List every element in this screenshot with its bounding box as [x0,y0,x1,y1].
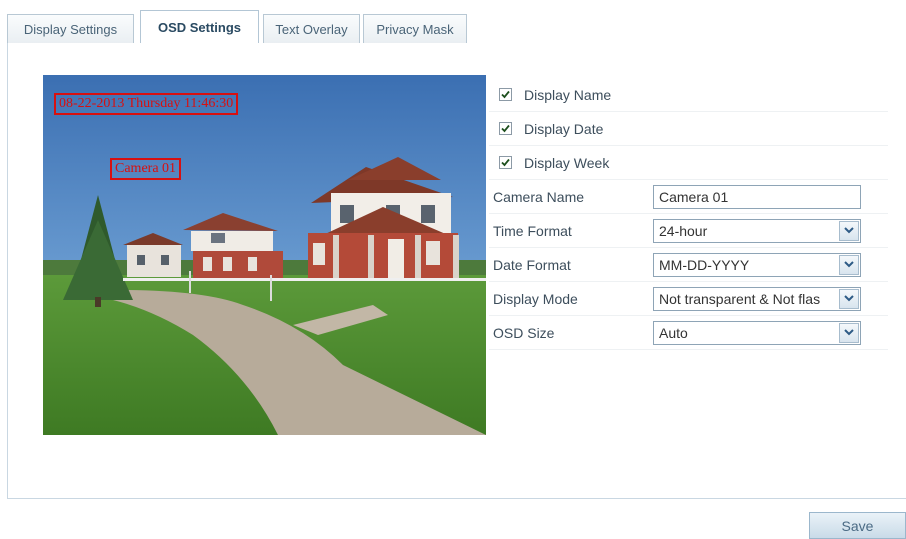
display-date-row: Display Date [489,112,888,146]
chevron-down-icon[interactable] [839,220,859,241]
time-format-row: Time Format 24-hour [489,214,888,248]
tab-privacy-mask[interactable]: Privacy Mask [363,14,467,44]
tab-text-overlay[interactable]: Text Overlay [263,14,360,44]
date-format-label: Date Format [493,256,571,273]
save-button[interactable]: Save [809,512,906,539]
camera-name-label: Camera Name [493,188,585,205]
display-mode-row: Display Mode Not transparent & Not flas [489,282,888,316]
osd-size-value: Auto [659,324,688,341]
date-format-select[interactable]: MM-DD-YYYY [653,252,861,277]
time-format-select[interactable]: 24-hour [653,218,861,243]
video-preview: 08-22-2013 Thursday 11:46:30 Camera 01 [43,75,486,435]
display-name-row: Display Name [489,78,888,112]
display-week-label: Display Week [524,154,610,171]
house-scene-image [43,75,486,435]
osd-size-label: OSD Size [493,324,555,341]
osd-form: Display Name Display Date Display Week C… [489,78,888,350]
checkmark-icon [501,158,510,167]
osd-datetime-overlay[interactable]: 08-22-2013 Thursday 11:46:30 [54,93,239,115]
chevron-down-icon[interactable] [839,254,859,275]
tab-osd-settings[interactable]: OSD Settings [140,10,259,44]
display-name-checkbox[interactable] [499,88,512,101]
tab-bar: Display Settings OSD Settings Text Overl… [7,10,906,44]
date-format-row: Date Format MM-DD-YYYY [489,248,888,282]
display-date-checkbox[interactable] [499,122,512,135]
display-mode-value: Not transparent & Not flas [659,290,821,307]
chevron-down-icon[interactable] [839,322,859,343]
display-mode-select[interactable]: Not transparent & Not flas [653,286,861,311]
display-week-row: Display Week [489,146,888,180]
display-mode-label: Display Mode [493,290,578,307]
osd-size-select[interactable]: Auto [653,320,861,345]
display-name-label: Display Name [524,86,612,103]
display-date-label: Display Date [524,120,604,137]
chevron-down-icon[interactable] [839,288,859,309]
tab-display-settings[interactable]: Display Settings [7,14,134,44]
osd-size-row: OSD Size Auto [489,316,888,350]
camera-name-input[interactable]: Camera 01 [653,184,861,209]
date-format-value: MM-DD-YYYY [659,256,750,273]
time-format-value: 24-hour [659,222,708,239]
checkmark-icon [501,90,510,99]
display-week-checkbox[interactable] [499,156,512,169]
camera-name-row: Camera Name Camera 01 [489,180,888,214]
osd-camera-name-overlay[interactable]: Camera 01 [110,158,182,180]
checkmark-icon [501,124,510,133]
time-format-label: Time Format [493,222,572,239]
